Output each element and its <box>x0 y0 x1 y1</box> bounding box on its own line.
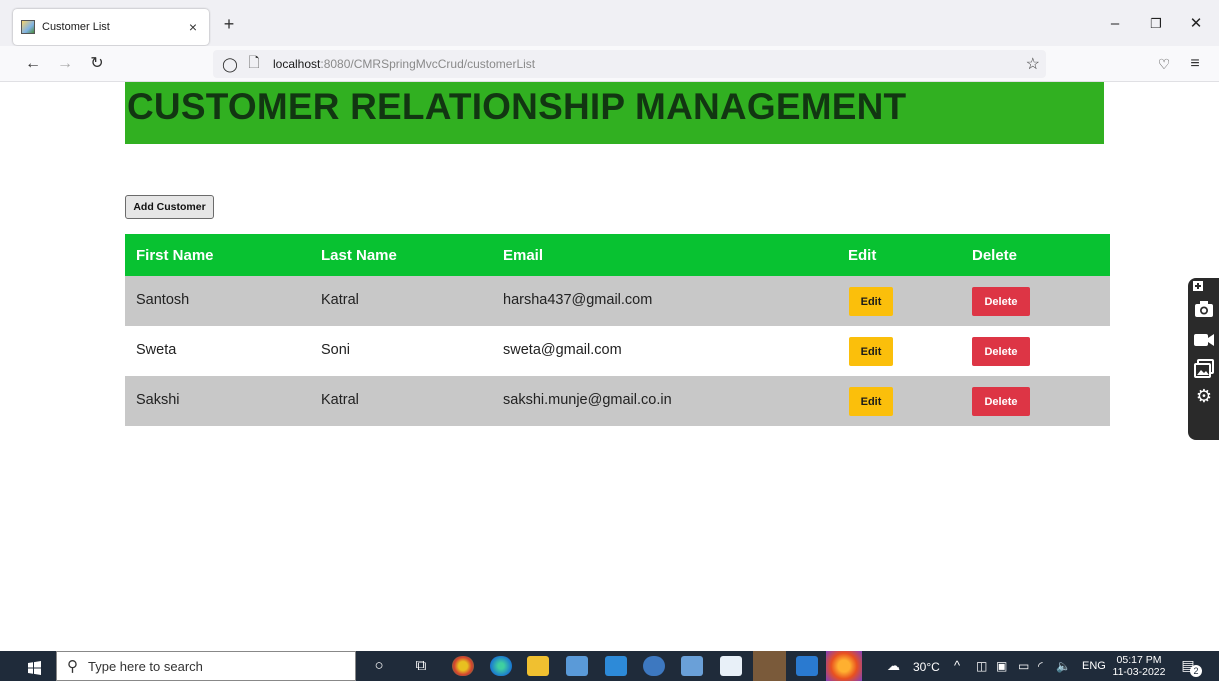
new-tab-button[interactable]: + <box>220 15 238 33</box>
clock-date: 11-03-2022 <box>1112 666 1166 678</box>
restore-button[interactable]: ❐ <box>1146 14 1166 34</box>
taskbar-search-input[interactable]: ⚲ Type here to search <box>56 651 356 681</box>
app-icon[interactable] <box>605 656 627 676</box>
favicon-icon <box>21 20 35 34</box>
weather-temp[interactable]: 30°C <box>913 660 940 674</box>
firefox-icon[interactable] <box>826 651 862 681</box>
table-row: Sakshi Katral sakshi.munje@gmail.co.in E… <box>125 376 1110 426</box>
bookmark-star-icon[interactable]: ☆ <box>1026 54 1040 74</box>
tray-icon[interactable]: ▣ <box>996 659 1007 673</box>
edit-button[interactable]: Edit <box>849 337 893 366</box>
url-text[interactable]: localhost:8080/CMRSpringMvcCrud/customer… <box>273 57 535 71</box>
first-name-cell: Sakshi <box>136 392 180 408</box>
edit-button[interactable]: Edit <box>849 387 893 416</box>
table-header: First Name Last Name Email Edit Delete <box>125 234 1110 276</box>
reload-button[interactable]: ↻ <box>87 54 107 74</box>
last-name-cell: Katral <box>321 292 359 308</box>
edge-icon[interactable] <box>490 656 512 676</box>
delete-button[interactable]: Delete <box>972 337 1030 366</box>
first-name-cell: Santosh <box>136 292 190 308</box>
browser-nav-bar: ← → ↻ ◯ 🗋 localhost:8080/CMRSpringMvcCru… <box>0 46 1219 82</box>
customer-table: First Name Last Name Email Edit Delete S… <box>125 234 1110 426</box>
clock[interactable]: 05:17 PM 11-03-2022 <box>1112 654 1166 678</box>
page-title: CUSTOMER RELATIONSHIP MANAGEMENT <box>127 86 907 127</box>
page-banner: CUSTOMER RELATIONSHIP MANAGEMENT <box>125 82 1104 144</box>
tab-title: Customer List <box>42 21 110 33</box>
table-row: Sweta Soni sweta@gmail.com Edit Delete <box>125 326 1110 376</box>
video-icon[interactable] <box>1193 329 1215 351</box>
email-cell: sakshi.munje@gmail.co.in <box>503 392 672 408</box>
browser-tab-bar: Customer List × + – ❐ ✕ <box>0 0 1219 46</box>
app-icon[interactable] <box>681 656 703 676</box>
app-icon[interactable] <box>753 651 786 681</box>
volume-icon[interactable]: 🔈 <box>1056 659 1071 673</box>
delete-button[interactable]: Delete <box>972 287 1030 316</box>
calculator-icon[interactable] <box>720 656 742 676</box>
windows-start-icon[interactable] <box>14 655 54 681</box>
minimize-button[interactable]: – <box>1105 14 1125 34</box>
header-last-name: Last Name <box>321 247 397 264</box>
tray-chevron-icon[interactable]: ^ <box>954 658 960 673</box>
header-email: Email <box>503 247 544 264</box>
clock-time: 05:17 PM <box>1116 654 1162 666</box>
weather-icon[interactable]: ☁ <box>887 658 900 674</box>
back-button[interactable]: ← <box>23 54 43 74</box>
url-host: localhost <box>273 57 321 71</box>
chrome-icon[interactable] <box>452 656 474 676</box>
edit-button[interactable]: Edit <box>849 287 893 316</box>
first-name-cell: Sweta <box>136 342 177 358</box>
table-row: Santosh Katral harsha437@gmail.com Edit … <box>125 276 1110 326</box>
last-name-cell: Soni <box>321 342 351 358</box>
battery-icon[interactable]: ▭ <box>1018 659 1029 673</box>
pocket-icon[interactable]: ♡ <box>1154 54 1174 74</box>
task-view-icon[interactable]: ⧉ <box>411 656 431 676</box>
wifi-icon[interactable]: ◜ <box>1038 659 1043 673</box>
tab-close-icon[interactable]: × <box>185 19 201 35</box>
tray-icon[interactable]: ◫ <box>976 659 987 673</box>
email-cell: sweta@gmail.com <box>503 342 622 358</box>
notification-icon[interactable]: ▤ 2 <box>1178 657 1202 677</box>
app-icon[interactable] <box>566 656 588 676</box>
forward-button[interactable]: → <box>55 54 75 74</box>
close-window-button[interactable]: ✕ <box>1186 14 1206 34</box>
header-first-name: First Name <box>136 247 214 264</box>
photos-icon[interactable] <box>796 656 818 676</box>
taskbar: ⚲ Type here to search ○ ⧉ ☁ 30°C ^ ◫ ▣ ▭… <box>0 651 1219 681</box>
capture-toolbar: ⚙ <box>1188 278 1219 440</box>
language-indicator[interactable]: ENG <box>1082 660 1106 672</box>
delete-button[interactable]: Delete <box>972 387 1030 416</box>
gallery-icon[interactable] <box>1193 358 1215 380</box>
notification-count: 2 <box>1190 665 1202 677</box>
email-cell: harsha437@gmail.com <box>503 292 653 308</box>
cortana-icon[interactable]: ○ <box>369 656 389 676</box>
search-placeholder: Type here to search <box>88 658 203 674</box>
file-explorer-icon[interactable] <box>527 656 549 676</box>
menu-icon[interactable]: ≡ <box>1185 54 1205 74</box>
url-path: :8080/CMRSpringMvcCrud/customerList <box>320 57 536 71</box>
settings-icon[interactable]: ⚙ <box>1193 385 1215 407</box>
last-name-cell: Katral <box>321 392 359 408</box>
app-icon[interactable] <box>643 656 665 676</box>
shield-icon[interactable]: ◯ <box>221 56 239 73</box>
add-customer-button[interactable]: Add Customer <box>125 195 214 219</box>
header-delete: Delete <box>972 247 1018 264</box>
browser-tab[interactable]: Customer List × <box>13 9 209 45</box>
pin-icon[interactable] <box>1192 280 1204 292</box>
address-bar[interactable]: ◯ 🗋 localhost:8080/CMRSpringMvcCrud/cust… <box>213 50 1046 78</box>
page-icon[interactable]: 🗋 <box>245 52 263 76</box>
search-icon: ⚲ <box>67 658 78 675</box>
header-edit: Edit <box>848 247 877 264</box>
camera-icon[interactable] <box>1193 298 1215 320</box>
